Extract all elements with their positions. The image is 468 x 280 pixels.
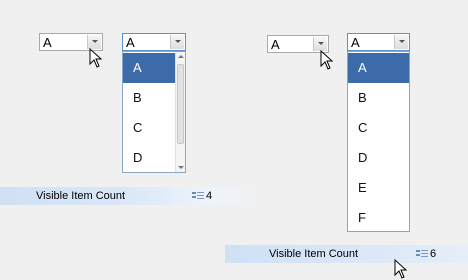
mouse-pointer-icon — [394, 259, 408, 279]
list-item[interactable]: C — [348, 113, 409, 143]
mouse-pointer-icon — [320, 50, 334, 70]
scroll-up-icon[interactable] — [178, 55, 184, 58]
numeric-field-icon — [192, 192, 204, 199]
chevron-down-icon — [175, 40, 181, 43]
property-label: Visible Item Count — [269, 248, 359, 260]
list-item[interactable]: B — [123, 83, 176, 113]
property-row-visible-item-count-left: Visible Item Count 4 — [0, 187, 262, 205]
chevron-down-icon — [399, 40, 405, 43]
list-item[interactable]: F — [348, 203, 409, 233]
right-open-combobox-value: A — [351, 35, 360, 50]
list-scrollbar[interactable] — [175, 52, 185, 172]
scroll-thumb[interactable] — [177, 64, 184, 144]
list-item[interactable]: A — [348, 53, 409, 83]
list-item[interactable]: D — [123, 143, 176, 173]
scroll-down-icon[interactable] — [178, 166, 184, 169]
list-item[interactable]: D — [348, 143, 409, 173]
mouse-pointer-icon — [89, 48, 103, 68]
left-open-combobox[interactable]: A — [122, 33, 186, 51]
property-label: Visible Item Count — [36, 190, 126, 202]
right-closed-dropdown-button[interactable] — [313, 37, 327, 51]
chevron-down-icon — [92, 40, 98, 43]
right-closed-combobox-value: A — [271, 37, 280, 52]
property-row-visible-item-count-right: Visible Item Count 6 — [225, 245, 468, 263]
left-closed-dropdown-button[interactable] — [87, 35, 101, 49]
list-item[interactable]: C — [123, 113, 176, 143]
left-open-dropdown-button[interactable] — [170, 35, 184, 49]
left-closed-combobox-value: A — [43, 35, 52, 50]
chevron-down-icon — [318, 42, 324, 45]
right-open-dropdown-button[interactable] — [394, 35, 408, 49]
numeric-field-icon — [416, 250, 428, 257]
list-item[interactable]: B — [348, 83, 409, 113]
list-item[interactable]: A — [123, 53, 176, 83]
left-dropdown-list: A B C D — [122, 51, 186, 173]
right-open-combobox[interactable]: A — [347, 33, 410, 51]
property-value[interactable]: 4 — [206, 187, 212, 205]
left-open-combobox-value: A — [126, 35, 135, 50]
right-dropdown-list: A B C D E F — [347, 51, 410, 232]
property-value[interactable]: 6 — [430, 245, 436, 263]
list-item[interactable]: E — [348, 173, 409, 203]
